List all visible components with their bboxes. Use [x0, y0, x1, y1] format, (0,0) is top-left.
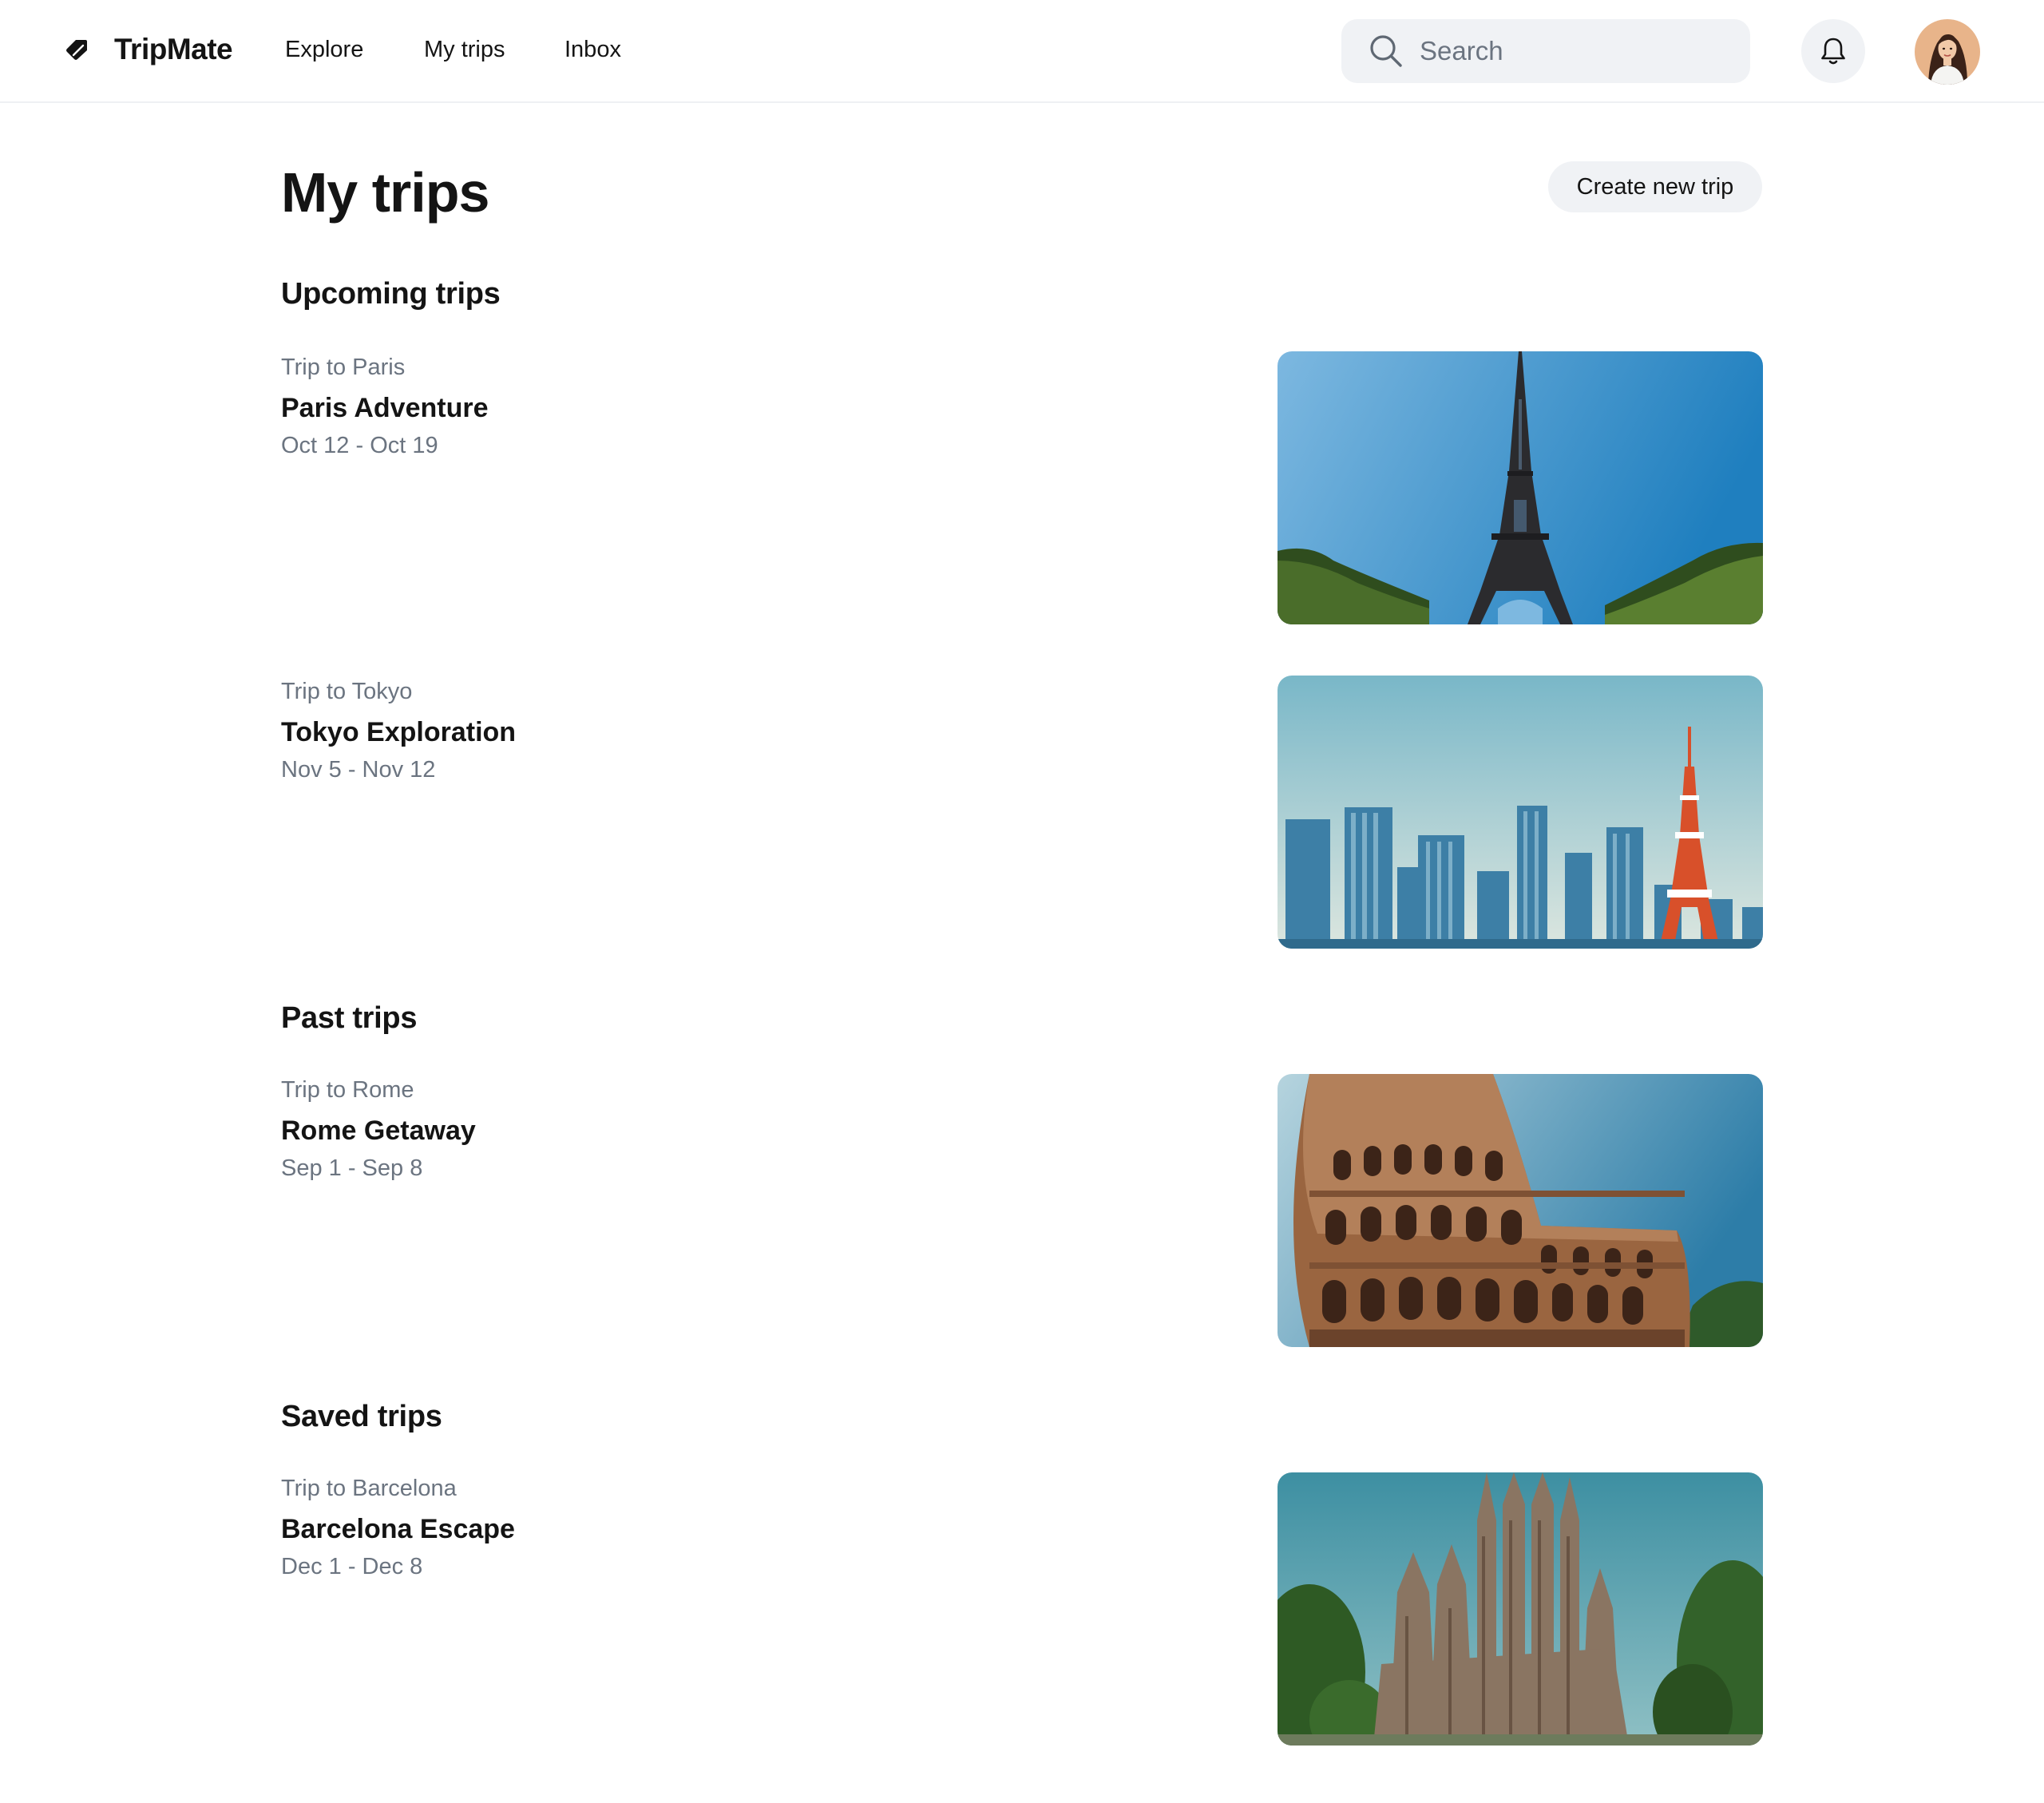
trip-card-paris[interactable]: Trip to Paris Paris Adventure Oct 12 - O… — [281, 351, 1763, 624]
nav-my-trips[interactable]: My trips — [424, 34, 505, 65]
trip-dates: Dec 1 - Dec 8 — [281, 1554, 423, 1579]
trip-kicker: Trip to Rome — [281, 1077, 414, 1103]
trip-card-rome[interactable]: Trip to Rome Rome Getaway Sep 1 - Sep 8 — [281, 1074, 1763, 1347]
trip-kicker: Trip to Paris — [281, 355, 406, 380]
trip-name: Paris Adventure — [281, 393, 489, 423]
section-title-saved: Saved trips — [281, 1400, 442, 1433]
section-title-past: Past trips — [281, 1001, 418, 1035]
user-avatar[interactable] — [1915, 19, 1980, 85]
colosseum-photo — [1278, 1074, 1763, 1347]
trip-kicker: Trip to Barcelona — [281, 1476, 457, 1501]
search-input[interactable] — [1418, 30, 1729, 72]
trip-name: Barcelona Escape — [281, 1514, 515, 1544]
trip-kicker: Trip to Tokyo — [281, 679, 413, 704]
search-box[interactable] — [1341, 19, 1750, 83]
search-icon — [1370, 35, 1402, 67]
eiffel-tower-photo — [1278, 351, 1763, 624]
trip-card-barcelona[interactable]: Trip to Barcelona Barcelona Escape Dec 1… — [281, 1472, 1763, 1746]
nav-explore[interactable]: Explore — [285, 34, 363, 65]
page-title: My trips — [281, 161, 489, 224]
trip-name: Tokyo Exploration — [281, 717, 517, 747]
trip-dates: Oct 12 - Oct 19 — [281, 433, 438, 458]
trip-dates: Sep 1 - Sep 8 — [281, 1155, 423, 1181]
app-logo-text[interactable]: TripMate — [114, 30, 233, 69]
sagrada-familia-photo — [1278, 1472, 1763, 1746]
section-title-upcoming: Upcoming trips — [281, 277, 501, 311]
nav-inbox[interactable]: Inbox — [564, 34, 621, 65]
notifications-button[interactable] — [1801, 19, 1865, 83]
tokyo-skyline-photo — [1278, 676, 1763, 949]
top-navigation-bar: TripMate Explore My trips Inbox — [0, 0, 2044, 103]
trip-name: Rome Getaway — [281, 1115, 476, 1146]
trip-card-tokyo[interactable]: Trip to Tokyo Tokyo Exploration Nov 5 - … — [281, 676, 1763, 949]
trip-dates: Nov 5 - Nov 12 — [281, 757, 436, 783]
tag-icon[interactable] — [64, 37, 89, 62]
create-new-trip-button[interactable]: Create new trip — [1548, 161, 1762, 212]
bell-icon — [1821, 38, 1845, 65]
